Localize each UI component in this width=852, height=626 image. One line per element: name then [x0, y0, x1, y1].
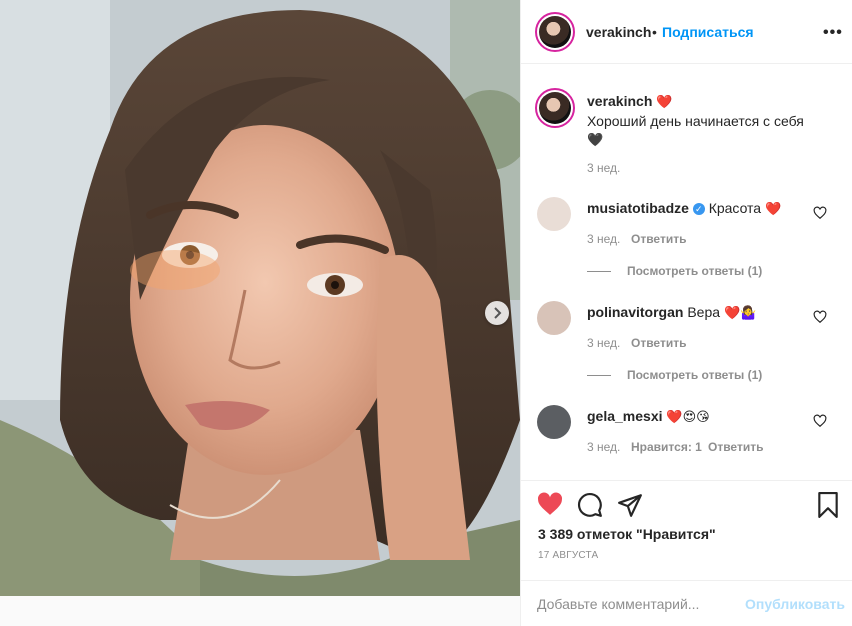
- comment-emoji: ❤️: [764, 201, 782, 216]
- bookmark-icon[interactable]: [817, 492, 839, 518]
- heart-outline-icon[interactable]: [813, 310, 827, 324]
- more-options-icon[interactable]: •••: [823, 24, 843, 42]
- next-photo-button[interactable]: [485, 301, 509, 325]
- heart-filled-icon[interactable]: [537, 492, 563, 516]
- separator-dot: •: [652, 24, 657, 40]
- reply-button[interactable]: Ответить: [708, 440, 763, 454]
- comment-text: Красота: [708, 200, 762, 216]
- comments-list[interactable]: verakinch ❤️ Хороший день начинается с с…: [521, 64, 852, 480]
- comment-bubble-icon[interactable]: [577, 492, 603, 518]
- author-avatar[interactable]: [535, 12, 575, 52]
- view-replies-button[interactable]: Посмотреть ответы (1): [587, 368, 762, 382]
- heart-outline-icon[interactable]: [813, 414, 827, 428]
- photo-bottom-strip: [0, 596, 520, 626]
- publish-button[interactable]: Опубликовать: [745, 596, 845, 612]
- post-date[interactable]: 17 АВГУСТА: [538, 550, 598, 561]
- post-actions: [521, 480, 852, 530]
- commenter-avatar[interactable]: [537, 405, 571, 439]
- comment-text: Вера: [687, 304, 721, 320]
- follow-button[interactable]: Подписаться: [662, 24, 754, 40]
- comment-time[interactable]: 3 нед.: [587, 336, 620, 350]
- selfie-illustration: [0, 0, 520, 596]
- caption-username-line: verakinch ❤️: [587, 93, 672, 110]
- comment-emoji: ❤️😍😘: [666, 409, 710, 424]
- caption-username[interactable]: verakinch: [587, 93, 652, 109]
- caption-body: Хороший день начинается с себя: [587, 113, 804, 129]
- post-photo[interactable]: [0, 0, 520, 596]
- caption-avatar[interactable]: [535, 88, 575, 128]
- comment-username[interactable]: musiatotibadze: [587, 200, 689, 216]
- black-heart-emoji: 🖤: [587, 132, 604, 147]
- comment-line: musiatotibadze ✓ Красота ❤️: [587, 200, 781, 217]
- reply-button[interactable]: Ответить: [631, 336, 686, 350]
- post-sidebar: verakinch • Подписаться ••• verakinch ❤️…: [520, 0, 852, 626]
- caption-time[interactable]: 3 нед.: [587, 161, 620, 175]
- heart-emoji: ❤️: [656, 94, 673, 109]
- chevron-right-icon: [494, 307, 502, 319]
- heart-outline-icon[interactable]: [813, 206, 827, 220]
- likes-count[interactable]: Нравится: 1: [631, 440, 702, 454]
- caption-text: Хороший день начинается с себя 🖤: [587, 112, 827, 149]
- likes-count-text[interactable]: 3 389 отметок "Нравится": [538, 526, 716, 542]
- comment-line: gela_mesxi ❤️😍😘: [587, 408, 710, 425]
- paper-plane-icon[interactable]: [617, 492, 643, 518]
- post-header: verakinch • Подписаться •••: [521, 0, 852, 64]
- commenter-avatar[interactable]: [537, 197, 571, 231]
- commenter-avatar[interactable]: [537, 301, 571, 335]
- comment-input[interactable]: [537, 593, 737, 615]
- view-replies-button[interactable]: Посмотреть ответы (1): [587, 264, 762, 278]
- author-username[interactable]: verakinch: [586, 24, 651, 40]
- reply-button[interactable]: Ответить: [631, 232, 686, 246]
- comment-username[interactable]: polinavitorgan: [587, 304, 683, 320]
- comment-emoji: ❤️🤷‍♀️: [723, 305, 757, 320]
- comment-username[interactable]: gela_mesxi: [587, 408, 663, 424]
- comment-time[interactable]: 3 нед.: [587, 440, 620, 454]
- comment-time[interactable]: 3 нед.: [587, 232, 620, 246]
- comment-line: polinavitorgan Вера ❤️🤷‍♀️: [587, 304, 756, 321]
- verified-badge-icon: ✓: [692, 203, 705, 215]
- add-comment-bar: Опубликовать: [521, 580, 852, 626]
